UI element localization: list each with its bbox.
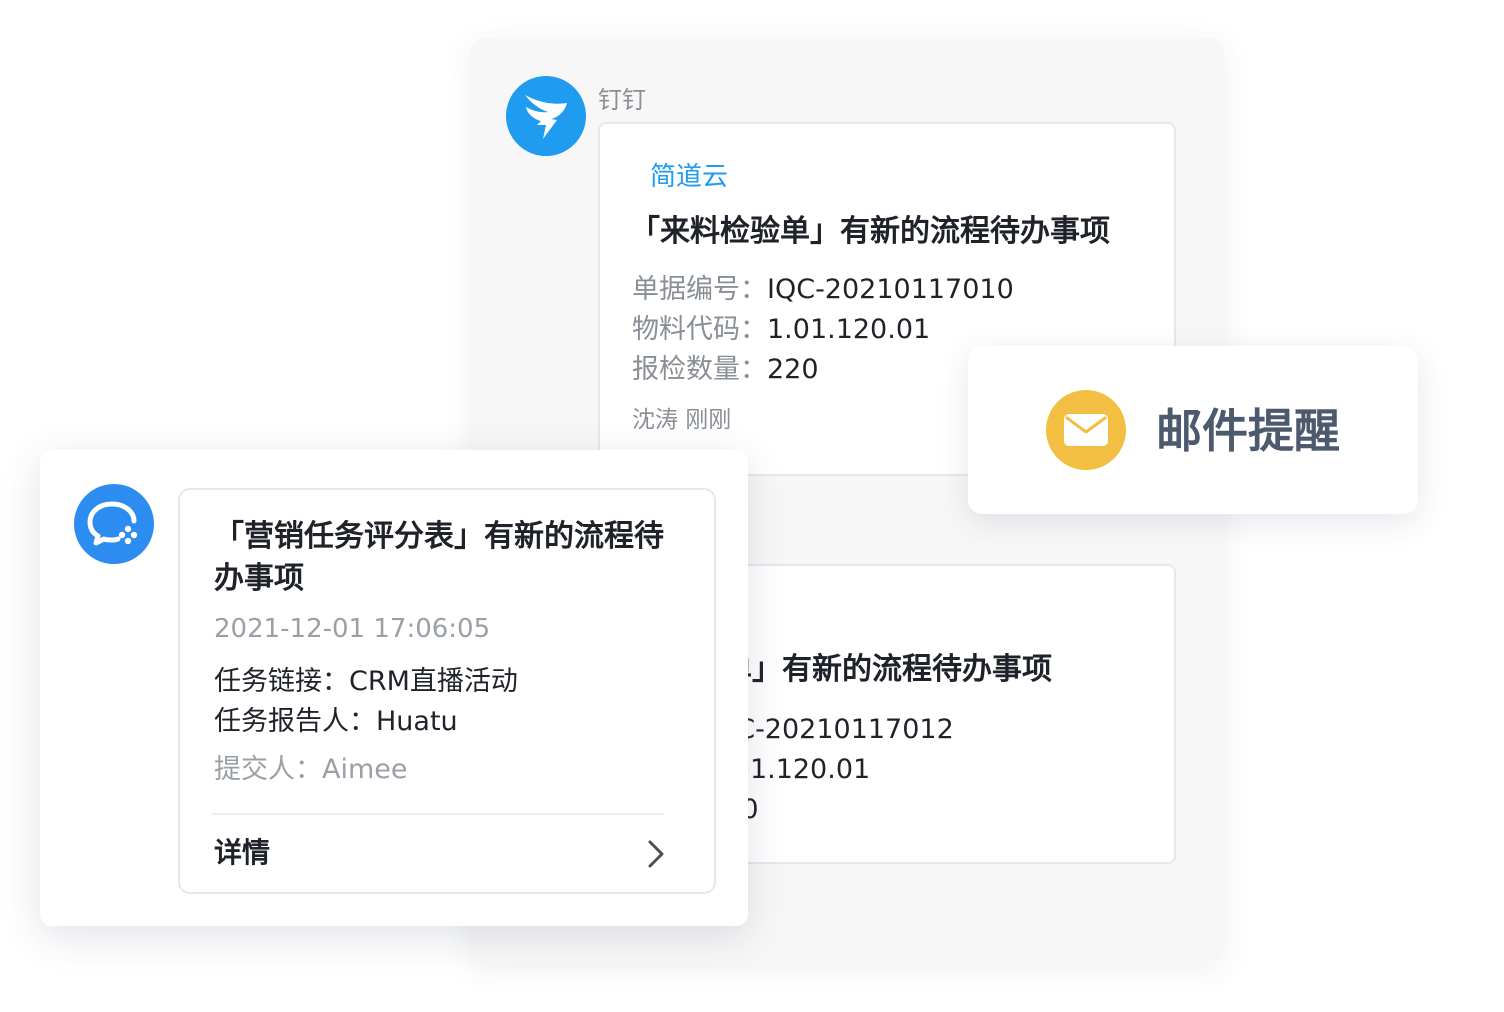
- field-value: 1.01.120.01: [767, 314, 931, 345]
- field-value: Aimee: [322, 754, 408, 785]
- field-inspection-quantity: 报检数量：220: [632, 352, 819, 388]
- notification-showcase: 钉钉 简道云 「来料检验单」有新的流程待办事项 单据编号：IQC-2021011…: [0, 0, 1504, 1012]
- message-title: 「来料检验单」有新的流程待办事项: [630, 214, 1110, 249]
- dingtalk-avatar: [506, 76, 586, 156]
- field-value: CRM直播活动: [349, 666, 518, 697]
- details-label: 详情: [214, 836, 271, 869]
- wecom-avatar: [74, 484, 154, 564]
- dingtalk-sender-name: 钉钉: [598, 86, 646, 114]
- mail-reminder-label: 邮件提醒: [1156, 404, 1340, 458]
- field-key: 任务链接：: [214, 666, 349, 697]
- dingtalk-logo-icon: [525, 95, 567, 139]
- divider: [212, 813, 664, 815]
- field-key: 提交人：: [214, 754, 322, 785]
- field-key: 报检数量：: [632, 354, 767, 385]
- message-meta: 沈涛 刚刚: [632, 407, 732, 433]
- field-task-link: 任务链接：CRM直播活动: [214, 664, 518, 700]
- field-document-number: 单据编号：IQC-20210117010: [632, 272, 1014, 308]
- details-link[interactable]: 详情: [180, 816, 714, 892]
- field-value: 220: [767, 354, 819, 385]
- chevron-right-icon: [648, 840, 664, 868]
- field-key: 单据编号：: [632, 274, 767, 305]
- field-key: 任务报告人：: [214, 706, 376, 737]
- field-material-code: 物料代码：1.01.120.01: [632, 312, 930, 348]
- field-value: IQC-20210117010: [767, 274, 1014, 305]
- app-name: 简道云: [650, 162, 729, 192]
- wecom-logo-icon: [87, 501, 138, 546]
- mail-reminder-card: 邮件提醒: [968, 346, 1418, 514]
- message-title: 「营销任务评分表」有新的流程待办事项: [214, 519, 664, 596]
- envelope-icon: [1046, 390, 1126, 470]
- field-value: Huatu: [376, 706, 458, 737]
- field-task-reporter: 任务报告人：Huatu: [214, 704, 458, 740]
- message-timestamp: 2021-12-01 17:06:05: [214, 614, 491, 644]
- field-key: 物料代码：: [632, 314, 767, 345]
- wecom-message-card[interactable]: 「营销任务评分表」有新的流程待办事项 2021-12-01 17:06:05 任…: [178, 488, 716, 894]
- field-submitter: 提交人：Aimee: [214, 752, 408, 788]
